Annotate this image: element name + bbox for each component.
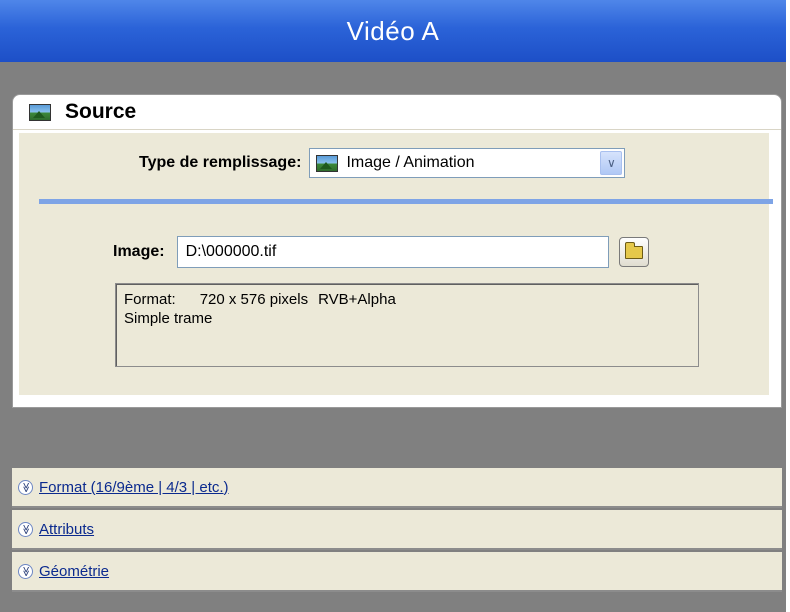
window-title: Vidéo A	[346, 15, 440, 46]
image-label: Image:	[113, 243, 165, 260]
chevron-down-icon[interactable]: ∨	[600, 151, 623, 175]
source-header[interactable]: Source	[13, 95, 781, 130]
frame-type: Simple trame	[124, 310, 213, 327]
double-chevron-down-icon[interactable]: ≫	[18, 521, 33, 537]
section-geometrie-link[interactable]: Géométrie	[39, 563, 109, 580]
section-geometrie[interactable]: ≫ Géométrie	[12, 552, 782, 592]
source-section: Source Type de remplissage: Image / Anim…	[12, 94, 782, 408]
browse-button[interactable]	[618, 237, 649, 267]
image-path-input[interactable]	[176, 236, 609, 268]
source-title: Source	[65, 100, 137, 123]
format-label: Format:	[124, 291, 176, 308]
format-dimensions: 720 x 576 pixels	[199, 291, 309, 308]
fill-type-value: Image / Animation	[346, 154, 475, 171]
picture-icon	[316, 154, 339, 172]
fill-type-select[interactable]: Image / Animation ∨	[309, 148, 626, 178]
fill-type-row: Type de remplissage: Image / Animation ∨	[139, 147, 626, 179]
section-format[interactable]: ≫ Format (16/9ème | 4/3 | etc.)	[12, 468, 782, 508]
separator	[39, 199, 773, 204]
format-color-mode: RVB+Alpha	[318, 291, 396, 308]
section-attributs-link[interactable]: Attributs	[39, 521, 94, 538]
info-format-line: Format: 720 x 576 pixels RVB+Alpha	[124, 290, 690, 309]
image-row: Image:	[113, 235, 649, 269]
image-info-box: Format: 720 x 576 pixels RVB+Alpha Simple …	[115, 283, 699, 367]
folder-icon	[624, 241, 643, 259]
section-format-link[interactable]: Format (16/9ème | 4/3 | etc.)	[39, 479, 229, 496]
source-body: Type de remplissage: Image / Animation ∨…	[19, 133, 773, 395]
fill-type-label: Type de remplissage:	[139, 154, 302, 171]
double-chevron-down-icon[interactable]: ≫	[18, 479, 33, 495]
section-attributs[interactable]: ≫ Attributs	[12, 510, 782, 550]
double-chevron-down-icon[interactable]: ≫	[18, 563, 33, 579]
window: Vidéo A Source Type de remplissage: Imag…	[0, 0, 790, 612]
picture-icon	[29, 103, 51, 121]
title-bar: Vidéo A	[0, 0, 790, 62]
